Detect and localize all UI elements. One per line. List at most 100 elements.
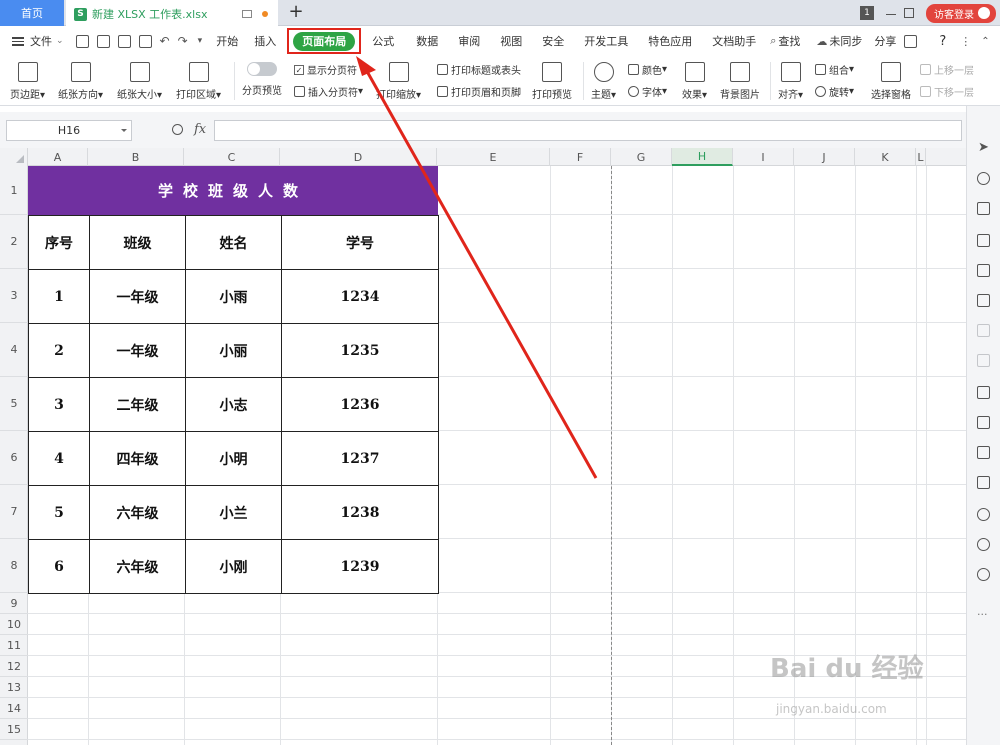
paper-size-button[interactable]: 纸张大小▾ bbox=[117, 62, 162, 101]
row-header-15[interactable]: 15 bbox=[0, 719, 28, 740]
fill-icon[interactable] bbox=[977, 202, 990, 215]
export-icon[interactable] bbox=[977, 416, 990, 429]
print-scaling-button[interactable]: 打印缩放▾ bbox=[376, 62, 421, 101]
column-header-f[interactable]: F bbox=[550, 148, 611, 166]
more-icon[interactable]: ··· bbox=[977, 608, 988, 621]
insert-page-break-button[interactable]: 插入分页符 ▾ bbox=[294, 84, 363, 99]
cursor-icon[interactable]: ➤ bbox=[978, 140, 989, 155]
table-cell[interactable]: 小志 bbox=[185, 377, 282, 432]
column-header-j[interactable]: J bbox=[794, 148, 855, 166]
row-header-13[interactable]: 13 bbox=[0, 677, 28, 698]
menu-home[interactable]: 开始 bbox=[208, 33, 246, 49]
send-backward-button[interactable]: 下移一层 bbox=[920, 84, 974, 99]
column-header-e[interactable]: E bbox=[437, 148, 550, 166]
function-icon[interactable]: fx bbox=[194, 122, 206, 137]
export-pdf-icon[interactable] bbox=[96, 34, 110, 48]
menu-page-layout[interactable]: 页面布局 bbox=[293, 32, 356, 51]
archive-icon[interactable] bbox=[977, 446, 990, 459]
colors-button[interactable]: 颜色 ▾ bbox=[628, 62, 667, 77]
fonts-button[interactable]: 字体 ▾ bbox=[628, 84, 667, 99]
align-button[interactable]: 对齐▾ bbox=[778, 62, 803, 101]
share-button[interactable]: 分享 bbox=[870, 33, 900, 49]
orientation-button[interactable]: 纸张方向▾ bbox=[58, 62, 103, 101]
theme-button[interactable]: 主题▾ bbox=[591, 62, 616, 101]
table-cell[interactable]: 六年级 bbox=[89, 485, 186, 540]
column-header-b[interactable]: B bbox=[88, 148, 184, 166]
undo-icon[interactable]: ↶ bbox=[160, 34, 170, 48]
table-cell[interactable]: 小丽 bbox=[185, 323, 282, 378]
column-header-k[interactable]: K bbox=[855, 148, 916, 166]
monitor-icon[interactable] bbox=[242, 10, 252, 18]
row-header-4[interactable]: 4 bbox=[0, 323, 28, 377]
table-cell[interactable]: 2 bbox=[28, 323, 90, 378]
table-style-icon[interactable] bbox=[977, 234, 990, 247]
menu-security[interactable]: 安全 bbox=[534, 33, 572, 49]
page-break-preview-toggle[interactable] bbox=[247, 62, 277, 76]
window-count-badge[interactable]: 1 bbox=[860, 6, 874, 20]
table-cell[interactable]: 1 bbox=[28, 269, 90, 324]
collapse-ribbon-icon[interactable] bbox=[904, 34, 918, 48]
menu-developer[interactable]: 开发工具 bbox=[576, 33, 636, 49]
table-cell[interactable]: 6 bbox=[28, 539, 90, 594]
row-header-11[interactable]: 11 bbox=[0, 635, 28, 656]
table-cell[interactable]: 1237 bbox=[281, 431, 439, 486]
file-menu-button[interactable]: 文件 ⌄ bbox=[0, 33, 64, 49]
table-cell[interactable]: 4 bbox=[28, 431, 90, 486]
row-header-10[interactable]: 10 bbox=[0, 614, 28, 635]
row-header-7[interactable]: 7 bbox=[0, 485, 28, 539]
column-header-d[interactable]: D bbox=[280, 148, 437, 166]
grid-icon[interactable] bbox=[977, 264, 990, 277]
table-cell[interactable]: 1236 bbox=[281, 377, 439, 432]
column-header-g[interactable]: G bbox=[611, 148, 672, 166]
table-cell[interactable]: 六年级 bbox=[89, 539, 186, 594]
shield-icon[interactable] bbox=[977, 508, 990, 521]
row-header-14[interactable]: 14 bbox=[0, 698, 28, 719]
tab-document[interactable]: S 新建 XLSX 工作表.xlsx bbox=[66, 0, 278, 26]
menu-search[interactable]: 查找 bbox=[776, 33, 808, 49]
table-header-cell[interactable]: 学号 bbox=[281, 215, 439, 270]
menu-view[interactable]: 视图 bbox=[492, 33, 530, 49]
table-header-cell[interactable]: 姓名 bbox=[185, 215, 282, 270]
table-header-cell[interactable]: 班级 bbox=[89, 215, 186, 270]
effects-button[interactable]: 效果▾ bbox=[682, 62, 707, 101]
save-icon[interactable] bbox=[75, 34, 89, 48]
help-button[interactable]: ? bbox=[931, 34, 954, 49]
table-cell[interactable]: 四年级 bbox=[89, 431, 186, 486]
show-page-break-checkbox[interactable]: ✓ 显示分页符 bbox=[294, 62, 357, 77]
new-tab-button[interactable]: + bbox=[286, 2, 306, 22]
table-cell[interactable]: 小兰 bbox=[185, 485, 282, 540]
table-cell[interactable]: 小刚 bbox=[185, 539, 282, 594]
name-box[interactable]: H16 bbox=[6, 120, 132, 141]
column-header-c[interactable]: C bbox=[184, 148, 280, 166]
quick-access-dropdown-icon[interactable]: ▾ bbox=[198, 36, 203, 46]
table-cell[interactable]: 小明 bbox=[185, 431, 282, 486]
chevron-up-icon[interactable]: ⌃ bbox=[981, 36, 989, 47]
menu-review[interactable]: 审阅 bbox=[450, 33, 488, 49]
print-preview-button[interactable]: 打印预览 bbox=[532, 62, 572, 101]
table-header-cell[interactable]: 序号 bbox=[28, 215, 90, 270]
menu-special[interactable]: 特色应用 bbox=[640, 33, 700, 49]
row-header-1[interactable]: 1 bbox=[0, 166, 28, 215]
column-header-a[interactable]: A bbox=[28, 148, 88, 166]
print-icon[interactable] bbox=[117, 34, 131, 48]
row-header-3[interactable]: 3 bbox=[0, 269, 28, 323]
table-cell[interactable]: 一年级 bbox=[89, 269, 186, 324]
table-title[interactable]: 学校班级人数 bbox=[28, 166, 438, 215]
page-break-preview-button[interactable]: 分页预览 bbox=[242, 58, 282, 97]
margins-button[interactable]: 页边距▾ bbox=[10, 62, 45, 101]
background-image-button[interactable]: 背景图片 bbox=[720, 62, 760, 101]
guest-login-button[interactable]: 访客登录 bbox=[926, 3, 996, 23]
print-titles-button[interactable]: 打印标题或表头 bbox=[437, 62, 521, 77]
table-cell[interactable]: 3 bbox=[28, 377, 90, 432]
menu-insert[interactable]: 插入 bbox=[246, 33, 284, 49]
row-header-2[interactable]: 2 bbox=[0, 215, 28, 269]
group-button[interactable]: 组合 ▾ bbox=[815, 62, 854, 77]
sync-status[interactable]: 未同步 bbox=[827, 33, 870, 49]
row-header-6[interactable]: 6 bbox=[0, 431, 28, 485]
redo-icon[interactable]: ↷ bbox=[178, 34, 188, 48]
table-cell[interactable]: 1235 bbox=[281, 323, 439, 378]
print-preview-icon[interactable] bbox=[138, 34, 152, 48]
history-icon[interactable] bbox=[977, 538, 990, 551]
print-area-button[interactable]: 打印区域▾ bbox=[176, 62, 221, 101]
table-cell[interactable]: 小雨 bbox=[185, 269, 282, 324]
